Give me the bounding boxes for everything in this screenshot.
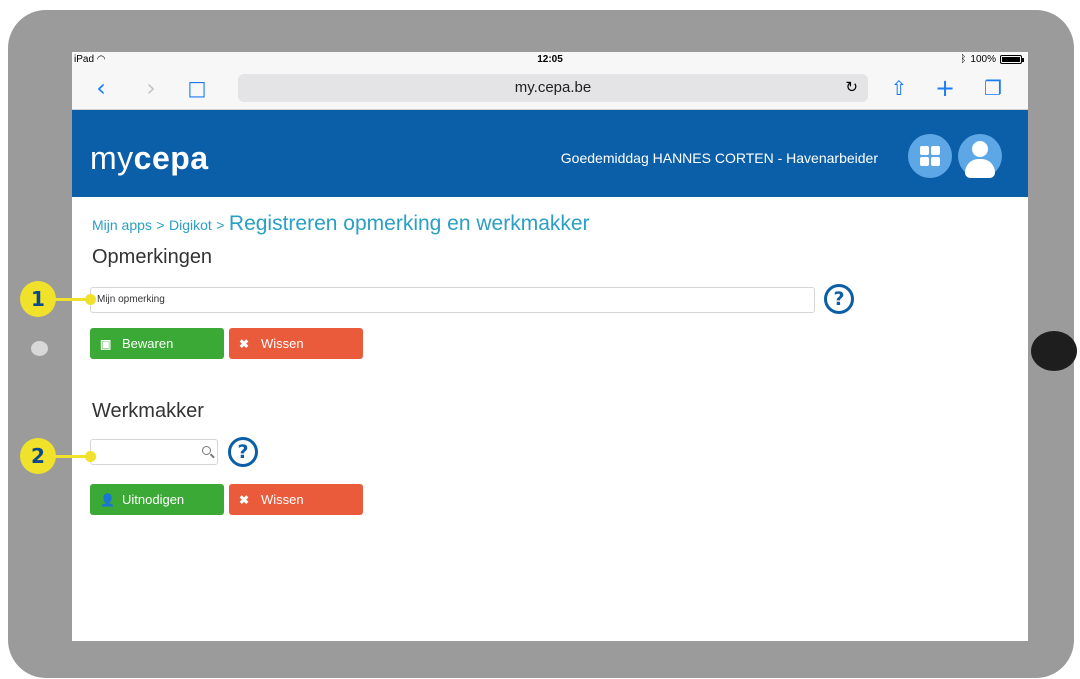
callout-1: 1 [20,281,56,317]
ipad-screen: iPad ◠ 12:05 ᛒ 100% ‹ › □ my.cepa.be ↻ ⇧… [72,52,1028,641]
buddy-search-input[interactable] [90,439,218,465]
search-icon [202,446,211,455]
remarks-title: Opmerkingen [92,246,213,268]
invite-button[interactable]: 👤 Uitnodigen [90,484,224,515]
greeting-text: Goedemiddag HANNES CORTEN - Havenarbeide… [560,150,878,166]
status-right: ᛒ 100% [960,54,1024,65]
reload-icon[interactable]: ↻ [845,74,858,102]
url-text: my.cepa.be [514,79,592,96]
close-icon: ✖ [239,493,250,507]
user-button[interactable] [958,134,1002,178]
mycepa-logo[interactable]: mycepa [90,140,209,177]
callout-2: 2 [20,438,56,474]
breadcrumb-mijn-apps[interactable]: Mijn apps [92,217,152,233]
clear-buddy-button[interactable]: ✖ Wissen [229,484,363,515]
clear-remark-button[interactable]: ✖ Wissen [229,328,363,359]
book-icon[interactable]: □ [182,73,212,103]
page-title: Registreren opmerking en werkmakker [228,212,590,235]
callout-line [50,298,90,301]
browser-toolbar: ‹ › □ my.cepa.be ↻ ⇧ + ❐ [72,68,1028,110]
bluetooth-icon: ᛒ [960,54,967,65]
remark-input[interactable]: Mijn opmerking [90,287,815,313]
tabs-icon[interactable]: ❐ [978,73,1008,103]
chevron-left-icon[interactable]: ‹ [86,73,116,103]
site-header: mycepa Goedemiddag HANNES CORTEN - Haven… [72,110,1028,197]
apps-button[interactable] [908,134,952,178]
remark-input-value: Mijn opmerking [97,294,165,305]
add-user-icon: 👤 [100,493,115,507]
share-icon[interactable]: ⇧ [884,73,914,103]
callout-dot [85,294,96,305]
help-icon[interactable]: ? [228,437,258,467]
buddy-title: Werkmakker [92,400,204,422]
callout-line [50,455,90,458]
plus-icon[interactable]: + [930,73,960,103]
callout-dot [85,451,96,462]
address-bar[interactable]: my.cepa.be ↻ [238,74,868,102]
battery-icon [1000,55,1024,64]
status-bar: iPad ◠ 12:05 ᛒ 100% [72,52,1028,68]
chevron-right-icon[interactable]: › [136,73,166,103]
floppy-icon: ▣ [100,337,112,351]
status-time: 12:05 [537,54,563,65]
home-button[interactable] [1031,331,1077,371]
breadcrumb: Mijn apps > Digikot > Registreren opmerk… [92,212,590,236]
battery-percent: 100% [970,54,996,65]
breadcrumb-separator: > [216,217,225,233]
breadcrumb-digikot[interactable]: Digikot [169,217,212,233]
grid-icon [920,146,940,166]
breadcrumb-separator: > [156,217,165,233]
close-icon: ✖ [239,337,250,351]
save-button[interactable]: ▣ Bewaren [90,328,224,359]
help-icon[interactable]: ? [824,284,854,314]
camera-dot [31,341,48,356]
